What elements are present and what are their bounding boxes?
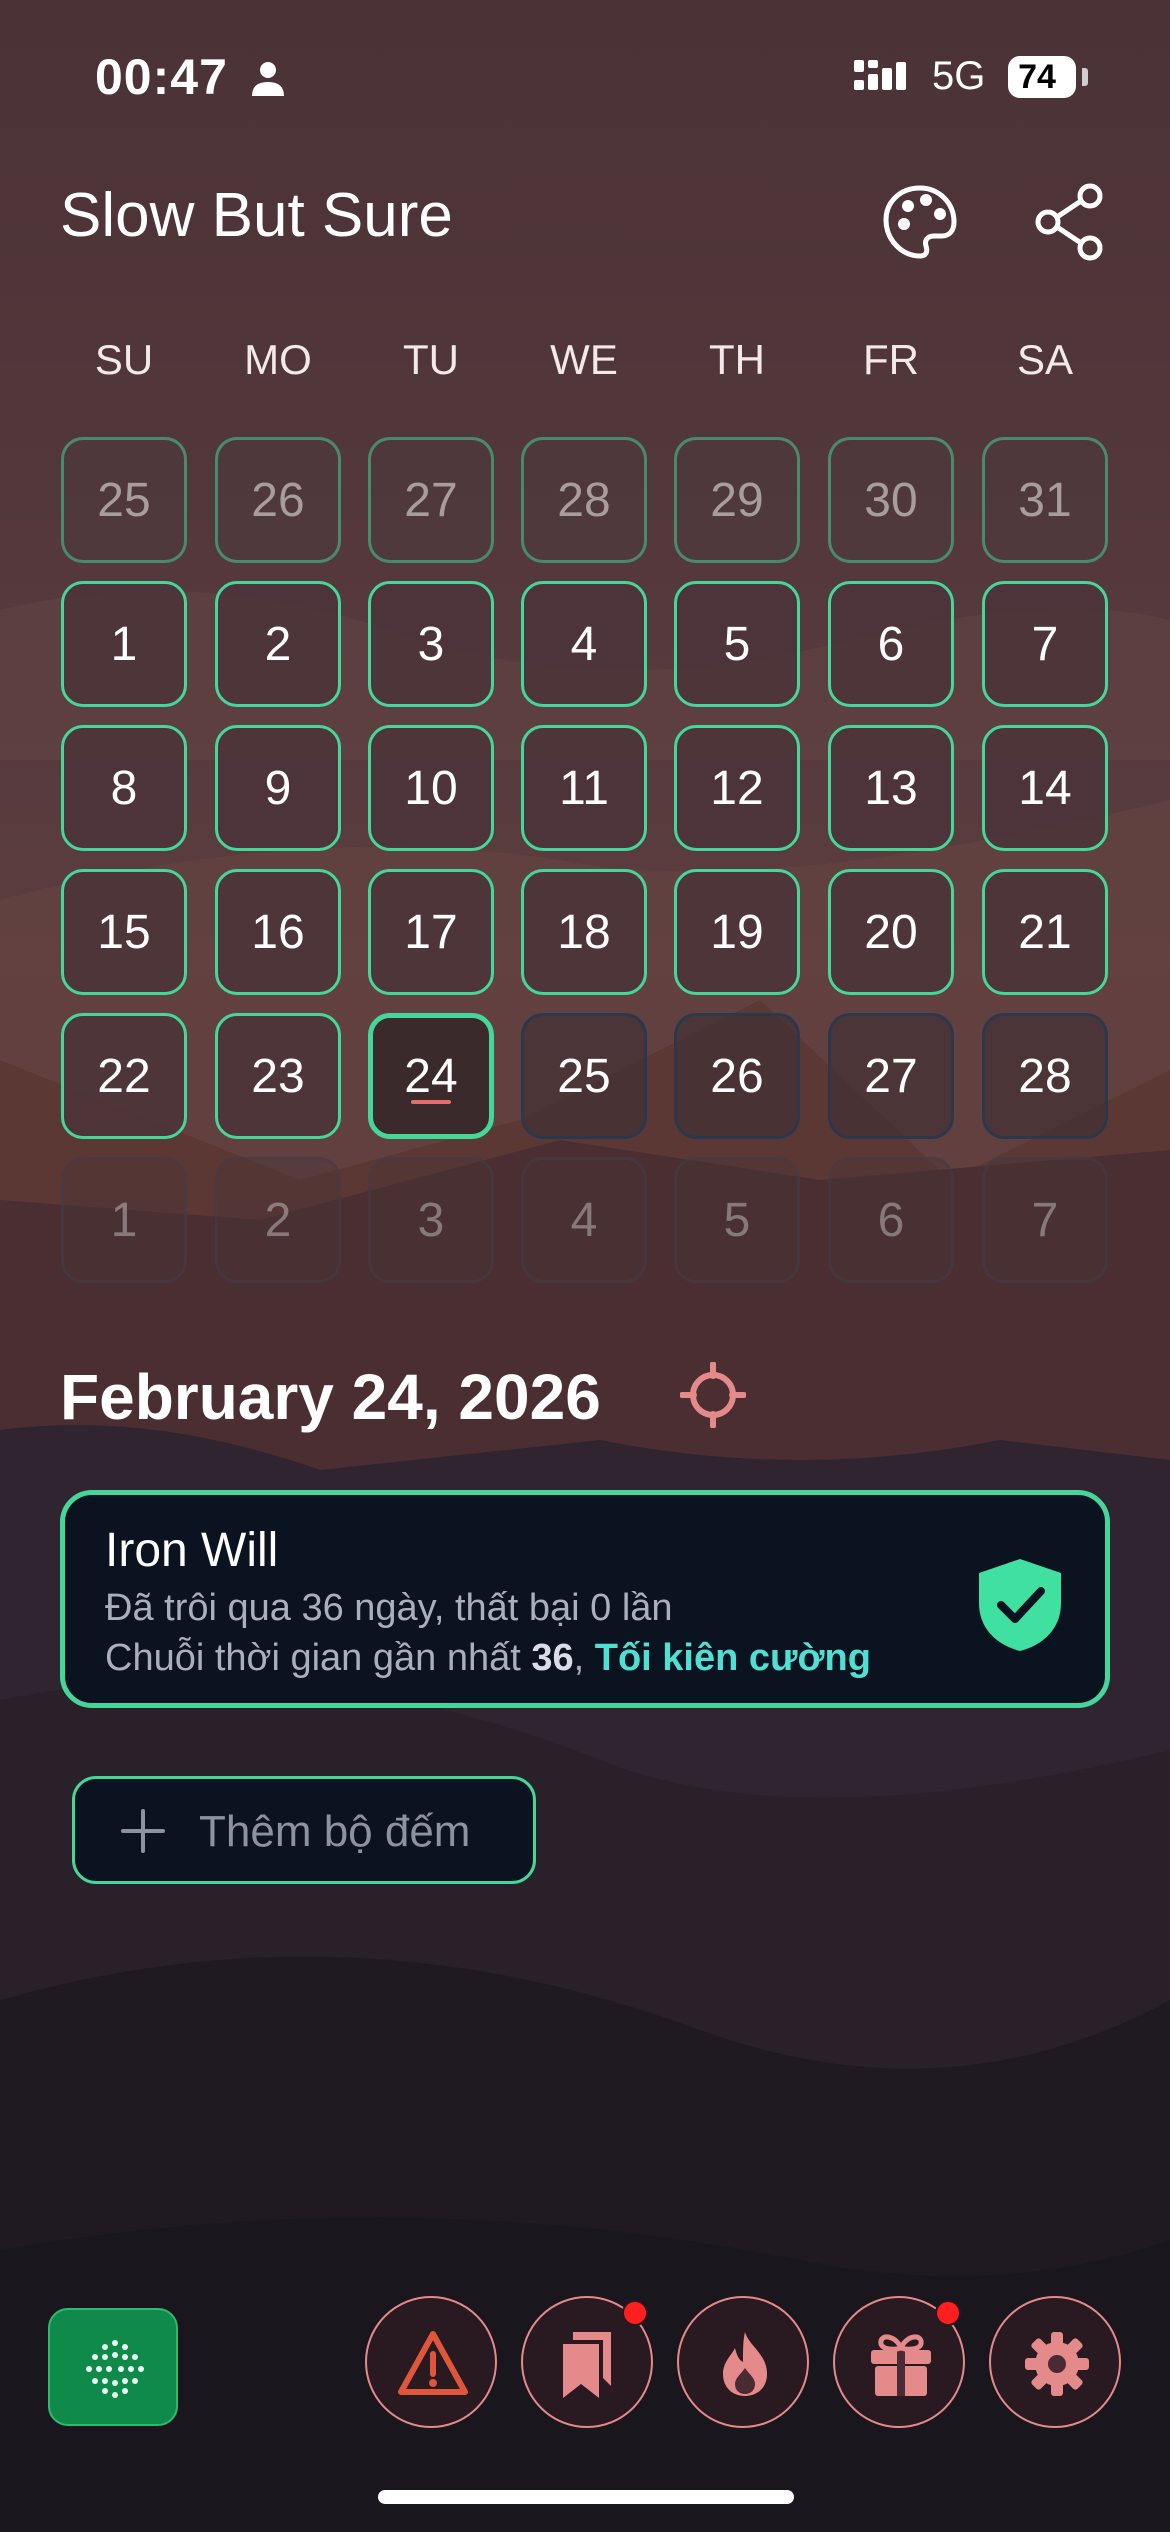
today-underline xyxy=(411,1100,451,1104)
calendar-day[interactable]: 9 xyxy=(215,725,341,851)
calendar-day[interactable]: 7 xyxy=(982,581,1108,707)
gift-icon xyxy=(871,2334,931,2396)
plus-icon xyxy=(121,1809,165,1853)
person-icon xyxy=(252,62,284,96)
weekday-label: TU xyxy=(403,336,459,383)
calendar-day-prev-month[interactable]: 27 xyxy=(368,437,494,563)
calendar-day-future[interactable]: 27 xyxy=(828,1013,954,1139)
settings-button[interactable] xyxy=(989,2296,1121,2428)
calendar-day[interactable]: 18 xyxy=(521,869,647,995)
palette-icon[interactable] xyxy=(880,182,960,262)
calendar-day[interactable]: 10 xyxy=(368,725,494,851)
crosshair-icon[interactable] xyxy=(680,1362,746,1428)
signal-icon xyxy=(854,60,906,90)
warning-button[interactable] xyxy=(365,2296,497,2428)
calendar-day[interactable]: 14 xyxy=(982,725,1108,851)
weekday-label: SU xyxy=(94,336,154,383)
calendar-day[interactable]: 12 xyxy=(674,725,800,851)
calendar-day[interactable]: 5 xyxy=(674,581,800,707)
counter-card[interactable]: Iron Will Đã trôi qua 36 ngày, thất bại … xyxy=(60,1490,1110,1708)
calendar-day[interactable]: 16 xyxy=(215,869,341,995)
calendar-day-next-month[interactable]: 7 xyxy=(982,1157,1108,1283)
calendar-day[interactable]: 13 xyxy=(828,725,954,851)
calendar-day-prev-month[interactable]: 30 xyxy=(828,437,954,563)
calendar-day-future[interactable]: 28 xyxy=(982,1013,1108,1139)
grid-menu-button[interactable] xyxy=(48,2308,178,2426)
streak-label: Chuỗi thời gian gần nhất xyxy=(105,1637,532,1679)
calendar-day[interactable]: 19 xyxy=(674,869,800,995)
calendar-day[interactable]: 21 xyxy=(982,869,1108,995)
warning-icon xyxy=(398,2331,468,2395)
calendar-day-next-month[interactable]: 2 xyxy=(215,1157,341,1283)
calendar-day-prev-month[interactable]: 31 xyxy=(982,437,1108,563)
calendar-day-next-month[interactable]: 5 xyxy=(674,1157,800,1283)
streak-separator: , xyxy=(573,1637,595,1679)
shield-check-icon xyxy=(979,1559,1061,1651)
add-counter-button[interactable]: Thêm bộ đếm xyxy=(72,1776,536,1884)
network-type: 5G xyxy=(932,54,986,98)
share-icon[interactable] xyxy=(1030,182,1110,262)
calendar-day[interactable]: 6 xyxy=(828,581,954,707)
calendar-day[interactable]: 2 xyxy=(215,581,341,707)
calendar-day-prev-month[interactable]: 29 xyxy=(674,437,800,563)
app-title: Slow But Sure xyxy=(60,181,453,250)
gear-icon xyxy=(1025,2332,1089,2396)
weekday-label: WE xyxy=(550,336,618,383)
streak-rank: Tối kiên cường xyxy=(594,1637,871,1679)
counter-name: Iron Will xyxy=(105,1524,279,1577)
calendar-day[interactable]: 3 xyxy=(368,581,494,707)
battery-level: 74 xyxy=(1008,56,1076,98)
weekday-label: SA xyxy=(1016,336,1074,383)
calendar-day-today[interactable]: 24 xyxy=(368,1013,494,1139)
streak-button[interactable] xyxy=(677,2296,809,2428)
bookmarks-icon xyxy=(563,2332,611,2398)
calendar-day-next-month[interactable]: 1 xyxy=(61,1157,187,1283)
calendar-day-next-month[interactable]: 4 xyxy=(521,1157,647,1283)
weekday-label: FR xyxy=(863,336,919,383)
status-time: 00:47 xyxy=(95,49,228,105)
calendar-day-prev-month[interactable]: 25 xyxy=(61,437,187,563)
calendar-day-future[interactable]: 25 xyxy=(521,1013,647,1139)
calendar-day-prev-month[interactable]: 26 xyxy=(215,437,341,563)
calendar-day[interactable]: 23 xyxy=(215,1013,341,1139)
calendar-day[interactable]: 8 xyxy=(61,725,187,851)
weekday-label: TH xyxy=(709,336,765,383)
calendar-day-prev-month[interactable]: 28 xyxy=(521,437,647,563)
streak-number: 36 xyxy=(531,1637,574,1679)
calendar-day[interactable]: 17 xyxy=(368,869,494,995)
calendar-day[interactable]: 22 xyxy=(61,1013,187,1139)
calendar-day-next-month[interactable]: 6 xyxy=(828,1157,954,1283)
battery-tip xyxy=(1082,68,1088,86)
selected-date-heading: February 24, 2026 xyxy=(60,1361,601,1433)
counter-streak: Chuỗi thời gian gần nhất 36, Tối kiên cư… xyxy=(105,1637,871,1680)
add-counter-label: Thêm bộ đếm xyxy=(199,1807,471,1856)
calendar-day[interactable]: 20 xyxy=(828,869,954,995)
counter-summary: Đã trôi qua 36 ngày, thất bại 0 lần xyxy=(105,1587,673,1629)
gift-badge xyxy=(935,2300,961,2326)
bookmarks-badge xyxy=(622,2300,648,2326)
calendar-day[interactable]: 4 xyxy=(521,581,647,707)
calendar-day-today-label: 24 xyxy=(404,1049,458,1103)
calendar-day-next-month[interactable]: 3 xyxy=(368,1157,494,1283)
home-indicator xyxy=(378,2490,794,2504)
weekday-label: MO xyxy=(244,336,312,383)
calendar-day[interactable]: 15 xyxy=(61,869,187,995)
dot-grid-icon xyxy=(86,2340,144,2398)
calendar-day-future[interactable]: 26 xyxy=(674,1013,800,1139)
calendar-day[interactable]: 11 xyxy=(521,725,647,851)
calendar-day[interactable]: 1 xyxy=(61,581,187,707)
flame-icon xyxy=(723,2332,767,2396)
